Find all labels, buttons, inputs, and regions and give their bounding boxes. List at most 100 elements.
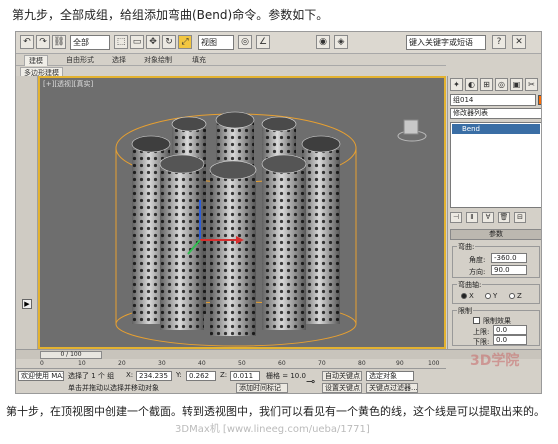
x-coordinate-field[interactable]: 234.235	[136, 371, 172, 381]
axis-z-radio[interactable]	[509, 293, 515, 299]
cylinder-front-row	[159, 154, 307, 336]
remove-modifier-icon[interactable]: 🗑	[498, 212, 510, 223]
bend-group-model	[115, 111, 427, 347]
reference-coord-dropdown[interactable]: 视图	[198, 35, 234, 50]
axis-x-label: X	[469, 292, 474, 300]
show-end-result-icon[interactable]: Ⅱ	[466, 212, 478, 223]
axis-y-label: Y	[493, 292, 498, 300]
tab-populate[interactable]: 填充	[192, 55, 206, 66]
undo-icon[interactable]: ↶	[20, 35, 34, 49]
upper-limit-spinner[interactable]: 0.0	[493, 325, 527, 335]
y-label: Y:	[176, 371, 182, 379]
limit-effect-checkbox[interactable]	[473, 317, 480, 324]
set-key-button[interactable]: 设置关键点	[322, 383, 362, 393]
direction-label: 方向:	[469, 268, 486, 276]
close-icon[interactable]: ✕	[512, 35, 526, 49]
limits-title: 限制	[457, 306, 473, 316]
axis-x-radio[interactable]	[461, 293, 467, 299]
bend-group: 弯曲: 角度: -360.0 方向: 90.0	[452, 242, 540, 278]
upper-limit-label: 上限:	[473, 328, 490, 336]
make-unique-icon[interactable]: ∀	[482, 212, 494, 223]
add-time-tag-button[interactable]: 添加时间标记	[236, 383, 288, 393]
viewcube-icon[interactable]	[397, 119, 427, 142]
object-color-swatch[interactable]	[538, 95, 541, 105]
tab-object-paint[interactable]: 对象绘制	[144, 55, 172, 66]
tick-label: 90	[396, 360, 404, 367]
angle-label: 角度:	[469, 256, 486, 264]
tick-label: 30	[158, 360, 166, 367]
material-editor-icon[interactable]: ◈	[334, 35, 348, 49]
selected-objects-dropdown[interactable]: 选定对象	[366, 371, 414, 381]
redo-icon[interactable]: ↷	[36, 35, 50, 49]
time-slider-track[interactable]: 0 / 100	[16, 349, 541, 359]
auto-key-button[interactable]: 自动关键点	[322, 371, 362, 381]
watermark-url: 3DMax机 [www.lineeg.com/ueba/1771]	[175, 424, 370, 435]
help-icon[interactable]: ?	[492, 35, 506, 49]
axis-z-label: Z	[517, 292, 522, 300]
axis-y-radio[interactable]	[485, 293, 491, 299]
modifier-stack[interactable]: Bend	[450, 122, 541, 208]
hierarchy-tab-icon[interactable]: ⊞	[480, 78, 493, 91]
tab-freeform[interactable]: 自由形式	[66, 55, 94, 66]
move-icon[interactable]: ✥	[146, 35, 160, 49]
watermark-logo: 3D学院	[470, 353, 520, 369]
pivot-icon[interactable]: ◎	[238, 35, 252, 49]
pin-stack-icon[interactable]: ⊣	[450, 212, 462, 223]
modify-tab-icon[interactable]: ◐	[465, 78, 478, 91]
bend-axis-group: 弯曲轴: X Y Z	[452, 280, 540, 304]
command-panel: ✦ ◐ ⊞ ◎ ▣ ✂ 组014 修改器列表 Bend ⊣ Ⅱ ∀ 🗑 ⊟ 参数…	[447, 76, 541, 349]
caption-top: 第九步，全部成组，给组添加弯曲(Bend)命令。参数如下。	[12, 8, 329, 22]
tick-label: 0	[40, 360, 44, 367]
tick-label: 50	[238, 360, 246, 367]
select-region-icon[interactable]: ▭	[130, 35, 144, 49]
tick-label: 10	[78, 360, 86, 367]
caption-bottom: 第十步，在顶视图中创建一个截面。转到透视图中，我们可以看见有一个黄色的线，这个线…	[6, 405, 545, 418]
viewport-left-strip: ▶	[16, 76, 38, 349]
tick-label: 40	[198, 360, 206, 367]
main-toolbar: ↶ ↷ ⛓ 全部 ⬚ ▭ ✥ ↻ ⤢ 视图 ◎ ∠ ◉ ◈ 键入关键字或短语 ?…	[16, 32, 541, 54]
prompt-line: 单击并拖动以选择并移动对象	[68, 384, 159, 392]
time-slider[interactable]: 0 / 100	[40, 351, 102, 359]
selection-filter-dropdown[interactable]: 全部	[70, 35, 110, 50]
tab-selection[interactable]: 选择	[112, 55, 126, 66]
motion-tab-icon[interactable]: ◎	[495, 78, 508, 91]
play-icon[interactable]: ▶	[22, 299, 32, 309]
rotate-icon[interactable]: ↻	[162, 35, 176, 49]
z-coordinate-field[interactable]: 0.011	[230, 371, 260, 381]
x-label: X:	[126, 371, 134, 379]
lower-limit-label: 下限:	[473, 338, 490, 346]
y-coordinate-field[interactable]: 0.262	[186, 371, 216, 381]
scale-icon[interactable]: ⤢	[178, 35, 192, 49]
select-icon[interactable]: ⬚	[114, 35, 128, 49]
parameters-rollout[interactable]: 参数	[450, 229, 541, 240]
maxscript-listener[interactable]: 欢迎使用 MAXScr	[18, 371, 64, 381]
max-screenshot: ↶ ↷ ⛓ 全部 ⬚ ▭ ✥ ↻ ⤢ 视图 ◎ ∠ ◉ ◈ 键入关键字或短语 ?…	[15, 31, 542, 394]
tick-label: 80	[358, 360, 366, 367]
perspective-viewport[interactable]: [+][透视][真实]	[38, 76, 446, 349]
lower-limit-spinner[interactable]: 0.0	[493, 335, 527, 345]
snap-icon[interactable]: ∠	[256, 35, 270, 49]
display-tab-icon[interactable]: ▣	[510, 78, 523, 91]
stack-item-bend[interactable]: Bend	[452, 124, 540, 134]
create-tab-icon[interactable]: ✦	[450, 78, 463, 91]
bend-axis-title: 弯曲轴:	[457, 280, 483, 290]
frame-ruler[interactable]: 0 10 20 30 40 50 60 70 80 90 100	[16, 359, 446, 369]
key-icon: ⊸	[306, 375, 316, 388]
tab-modeling[interactable]: 建模	[24, 55, 48, 66]
z-label: Z:	[220, 371, 228, 379]
configure-sets-icon[interactable]: ⊟	[514, 212, 526, 223]
selection-status: 选择了 1 个 组	[68, 372, 115, 380]
tick-label: 60	[278, 360, 286, 367]
render-icon[interactable]: ◉	[316, 35, 330, 49]
tick-label: 20	[118, 360, 126, 367]
utilities-tab-icon[interactable]: ✂	[525, 78, 538, 91]
select-link-icon[interactable]: ⛓	[52, 35, 66, 49]
angle-spinner[interactable]: -360.0	[491, 253, 527, 263]
grid-size: 栅格 = 10.0	[266, 372, 306, 380]
object-name-field[interactable]: 组014	[450, 94, 536, 106]
tick-label: 70	[318, 360, 326, 367]
modifier-list-dropdown[interactable]: 修改器列表	[450, 108, 541, 119]
search-input[interactable]: 键入关键字或短语	[406, 35, 486, 50]
direction-spinner[interactable]: 90.0	[491, 265, 527, 275]
key-filters-button[interactable]: 关键点过滤器...	[366, 383, 418, 393]
